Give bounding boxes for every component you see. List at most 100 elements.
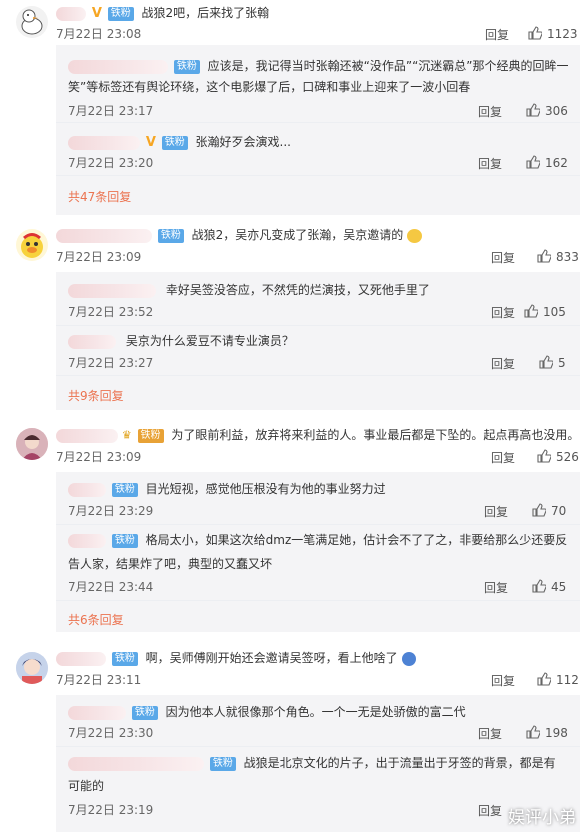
username-blurred[interactable] [68,135,140,150]
thumbs-up-icon [539,355,554,369]
verified-v-icon: V [91,5,102,21]
username-blurred[interactable] [68,59,168,74]
reply-button[interactable]: 回复 [478,725,502,742]
username-blurred[interactable] [56,651,106,666]
fan-badge: 铁粉 [161,135,188,150]
thumbs-up-icon [537,249,552,263]
like-count: 198 [545,726,568,740]
anime-avatar-icon [16,652,48,684]
reply-button[interactable]: 回复 [485,26,509,43]
thumbs-up-icon [526,103,541,117]
view-more-replies-link[interactable]: 共9条回复 [68,387,124,404]
username-blurred[interactable] [56,428,118,443]
like-count: 833 [556,250,579,264]
username-blurred[interactable] [68,482,106,497]
comment-header: 铁粉 啊，吴师傅刚开始还会邀请吴签呀，看上他啥了 [56,649,416,667]
duck-avatar-icon [21,9,43,35]
timestamp: 7月22日 23:11 [56,673,142,687]
like-button[interactable]: 306 [526,103,568,118]
comment-thread: 铁粉 战狼2，吴亦凡变成了张瀚，吴京邀请的 7月22日 23:09 回复 833… [0,215,586,410]
username-blurred[interactable] [56,6,86,21]
like-button[interactable]: 526 [537,449,579,464]
reply-header: 铁粉 战狼是北京文化的片子，出于流量出于牙签的背景，都是有 [68,754,556,772]
like-button[interactable]: 1123 [528,26,578,41]
reply-text: 目光短视，感觉他压根没有为他的事业努力过 [145,482,386,496]
username-blurred[interactable] [68,705,126,720]
fan-badge: 铁粉 [111,533,138,548]
thumbs-up-icon [537,672,552,686]
comment-thread: ♛ 铁粉 为了眼前利益，放弃将来利益的人。事业最后都是下坠的。起点再高也没用。 … [0,410,586,632]
reply-button[interactable]: 回复 [491,355,515,372]
reply-header: 吴京为什么爱豆不请专业演员？ [68,332,294,350]
avatar[interactable] [16,229,48,261]
comment-text: 战狼2吧，后来找了张翰 [141,6,270,20]
verified-v-icon: V [145,134,156,150]
timestamp: 7月22日 23:09 [56,250,142,264]
avatar[interactable] [16,428,48,460]
like-count: 45 [551,580,567,594]
username-blurred[interactable] [68,533,106,548]
watermark: 娱评小弟 [508,808,576,828]
reply-button[interactable]: 回复 [491,449,515,466]
timestamp: 7月22日 23:29 [68,504,154,518]
divider [56,375,580,376]
thumbs-up-icon [532,503,547,517]
like-count: 306 [545,104,568,118]
fan-badge: 铁粉 [107,6,134,21]
view-more-replies-link[interactable]: 共47条回复 [68,188,131,205]
timestamp: 7月22日 23:19 [68,803,154,817]
username-blurred[interactable] [68,334,116,349]
thumbs-up-icon [537,449,552,463]
reply-text: 格局太小，如果这次给dmz一笔满足她，估计会不了了之，非要给那么少还要反 [145,533,568,547]
reply-header: 幸好吴签没答应，不然凭的烂演技，又死他手里了 [68,281,430,299]
like-button[interactable]: 162 [526,155,568,170]
reply-button[interactable]: 回复 [478,155,502,172]
cartoon-duck-avatar-icon [21,233,43,258]
reply-button[interactable]: 回复 [478,103,502,120]
like-button[interactable]: 105 [524,304,566,319]
fan-badge: 铁粉 [111,651,138,666]
username-blurred[interactable] [68,283,156,298]
username-blurred[interactable] [56,228,152,243]
thumbs-up-icon [526,725,541,739]
like-button[interactable]: 833 [537,249,579,264]
like-button[interactable]: 198 [526,725,568,740]
emoji-icon [401,651,416,666]
reply-button[interactable]: 回复 [484,579,508,596]
like-button[interactable]: 45 [532,579,566,594]
avatar[interactable] [16,6,48,38]
portrait-avatar-icon [16,428,48,460]
reply-button[interactable]: 回复 [491,249,515,266]
like-button[interactable]: 70 [532,503,566,518]
reply-text: 幸好吴签没答应，不然凭的烂演技，又死他手里了 [165,283,430,297]
reply-text: 吴京为什么爱豆不请专业演员？ [125,334,294,348]
like-button[interactable]: 112 [537,672,579,687]
thumbs-up-icon [532,579,547,593]
fan-badge: 铁粉 [131,705,158,720]
comment-text: 为了眼前利益，放弃将来利益的人。事业最后都是下坠的。起点再高也没用。 [171,428,580,442]
reply-text-continued: 可能的 [68,779,105,793]
like-count: 526 [556,450,579,464]
reply-button[interactable]: 回复 [491,672,515,689]
like-count: 70 [551,504,567,518]
comment-text: 啊，吴师傅刚开始还会邀请吴签呀，看上他啥了 [145,651,398,665]
reply-button[interactable]: 回复 [491,304,515,321]
like-count: 162 [545,156,568,170]
comment-header: 铁粉 战狼2，吴亦凡变成了张瀚，吴京邀请的 [56,226,423,244]
timestamp: 7月22日 23:44 [68,580,154,594]
fan-badge: 铁粉 [111,482,138,497]
timestamp: 7月22日 23:20 [68,156,154,170]
reply-button[interactable]: 回复 [484,503,508,520]
view-more-replies-link[interactable]: 共6条回复 [68,611,124,628]
like-button[interactable]: 5 [539,355,566,370]
username-blurred[interactable] [68,756,204,771]
reply-button[interactable]: 回复 [478,802,502,819]
divider [56,746,580,747]
timestamp: 7月22日 23:17 [68,104,154,118]
avatar[interactable] [16,652,48,684]
reply-header: V 铁粉 张瀚好歹会演戏... [68,133,291,152]
fan-badge: 铁粉 [137,428,164,443]
reply-text: 应该是，我记得当时张翰还被“没作品”“沉迷霸总”那个经典的回眸一 [207,59,569,73]
comment-header: ♛ 铁粉 为了眼前利益，放弃将来利益的人。事业最后都是下坠的。起点再高也没用。 [56,426,579,445]
divider [56,325,580,326]
